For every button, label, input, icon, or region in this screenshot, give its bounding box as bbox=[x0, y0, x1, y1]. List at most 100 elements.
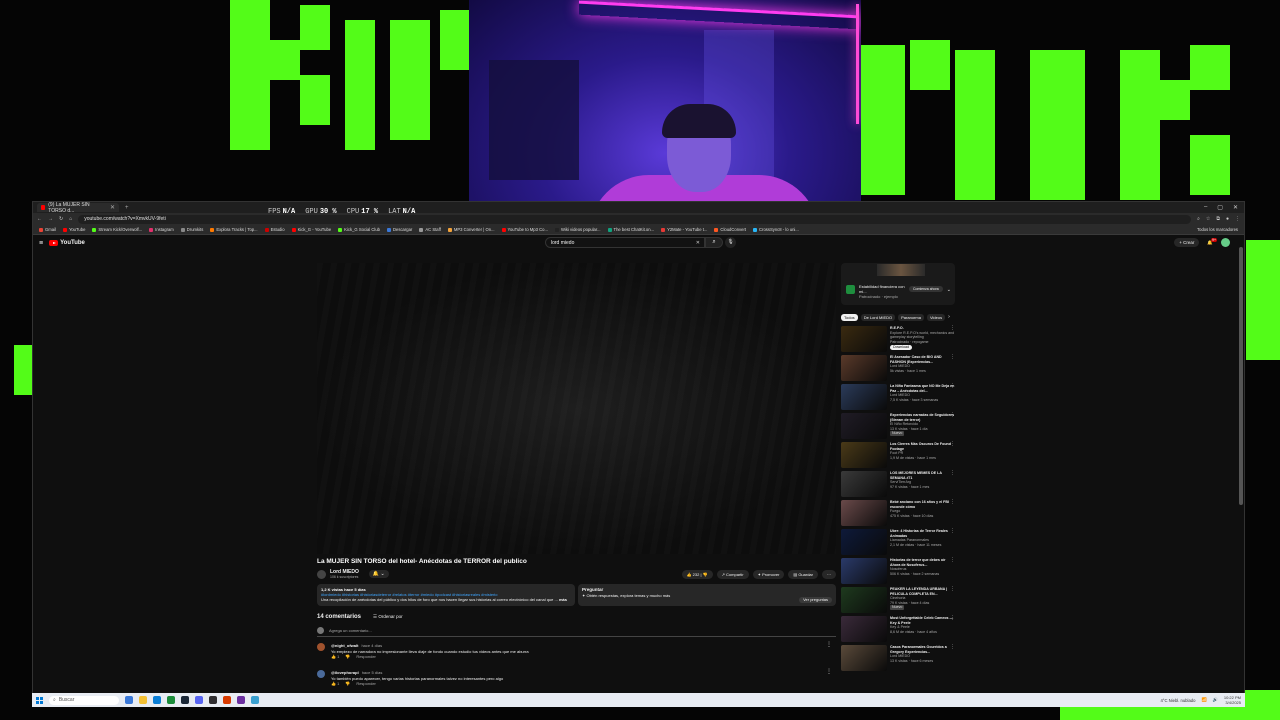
promote-button[interactable]: ✦ Promover bbox=[752, 569, 785, 579]
volume-icon[interactable]: 🔊 bbox=[1213, 697, 1218, 703]
video-thumbnail[interactable] bbox=[841, 616, 887, 642]
recommended-video[interactable]: Casos Paranormales Ocurridos a Gregory E… bbox=[841, 645, 955, 672]
recommended-video[interactable]: La Niña Fantasma que NO Me Deja en Paz –… bbox=[841, 384, 955, 411]
video-title[interactable]: Casos Paranormales Ocurridos a Gregory E… bbox=[890, 645, 955, 654]
zoom-icon[interactable]: ⌕ bbox=[1197, 216, 1200, 222]
app-icon[interactable] bbox=[251, 696, 259, 704]
star-icon[interactable]: ☆ bbox=[1206, 216, 1210, 222]
video-title[interactable]: Uber: 4 Historias de Terror Reales Anima… bbox=[890, 529, 955, 538]
discord-icon[interactable] bbox=[195, 696, 203, 704]
video-menu-icon[interactable]: ⋮ bbox=[950, 587, 955, 592]
recommended-video[interactable]: LOS MEJORES MEMES DE LA SEMANA #71 ServiT… bbox=[841, 471, 955, 498]
video-thumbnail[interactable] bbox=[841, 529, 887, 555]
recommended-video[interactable]: Bebé anciano con 16 años y el FBI escond… bbox=[841, 500, 955, 527]
bookmark-item[interactable]: YouTube to Mp3 Co... bbox=[501, 227, 548, 232]
video-thumbnail[interactable] bbox=[841, 471, 887, 497]
video-thumbnail[interactable] bbox=[841, 558, 887, 584]
home-icon[interactable]: ⌂ bbox=[69, 216, 72, 222]
obs-icon[interactable] bbox=[209, 696, 217, 704]
filter-chip[interactable]: Videos bbox=[926, 314, 946, 321]
video-menu-icon[interactable]: ⋮ bbox=[950, 471, 955, 476]
sidebar-ad[interactable]: Estabilidad financiera con mi... Patroci… bbox=[841, 263, 955, 305]
video-title[interactable]: PEAKER LA LEYENDA URBANA | PELICULA COMP… bbox=[890, 587, 955, 596]
video-menu-icon[interactable]: ⋮ bbox=[950, 384, 955, 389]
bookmark-item[interactable]: YouTube bbox=[62, 227, 85, 232]
show-more-link[interactable]: más bbox=[559, 597, 567, 602]
video-thumbnail[interactable] bbox=[841, 384, 887, 410]
extensions-icon[interactable]: ⧉ bbox=[1216, 216, 1220, 222]
video-thumbnail[interactable] bbox=[841, 326, 887, 352]
video-thumbnail[interactable] bbox=[841, 442, 887, 468]
bookmark-item[interactable]: The best ChatKit.on... bbox=[607, 227, 654, 232]
video-menu-icon[interactable]: ⋮ bbox=[950, 645, 955, 650]
filter-chip[interactable]: Todos bbox=[841, 314, 858, 321]
bookmark-item[interactable]: CloudConvert bbox=[714, 227, 746, 232]
save-button[interactable]: ▤ Guardar bbox=[788, 569, 818, 579]
close-icon[interactable]: ✕ bbox=[110, 204, 115, 211]
new-tab-icon[interactable]: + bbox=[125, 205, 129, 211]
reload-icon[interactable]: ↻ bbox=[59, 216, 63, 222]
recommended-video[interactable]: PEAKER LA LEYENDA URBANA | PELICULA COMP… bbox=[841, 587, 955, 614]
notifications-icon[interactable]: 🔔 9+ bbox=[1207, 237, 1217, 246]
recommended-video[interactable]: R.E.P.O. Explore R.E.P.O's world, mechani… bbox=[841, 326, 955, 353]
clock[interactable]: 10:22 PM 3/4/2025 bbox=[1224, 695, 1241, 705]
video-menu-icon[interactable]: ⋮ bbox=[950, 442, 955, 447]
microphone-icon[interactable]: 🎙 bbox=[725, 237, 736, 248]
commenter-avatar[interactable] bbox=[317, 643, 325, 651]
video-description[interactable]: 1,2 K vistas hace 5 días #lordmiedo #his… bbox=[317, 584, 575, 606]
comment-author[interactable]: @ilovephorapl bbox=[331, 670, 359, 675]
bookmark-item[interactable]: Wiki videos popular... bbox=[554, 227, 601, 232]
filter-chip[interactable]: Paranorma bbox=[898, 314, 924, 321]
bookmark-item[interactable]: Estudio bbox=[264, 227, 285, 232]
close-window-icon[interactable]: ✕ bbox=[1233, 204, 1238, 211]
comment-like-button[interactable]: 👍 1 bbox=[331, 654, 339, 660]
bookmark-item[interactable]: Instagram bbox=[149, 227, 174, 232]
search-input[interactable]: lord miedo ✕ bbox=[545, 237, 705, 248]
video-menu-icon[interactable]: ⋮ bbox=[950, 529, 955, 534]
weather-widget[interactable]: 4°C Niebl. nublado bbox=[1160, 698, 1195, 703]
create-button[interactable]: + Crear bbox=[1174, 238, 1200, 247]
video-title[interactable]: Bebé anciano con 16 años y el FBI escond… bbox=[890, 500, 955, 509]
video-menu-icon[interactable]: ⋮ bbox=[950, 558, 955, 563]
recommended-video[interactable]: Uber: 4 Historias de Terror Reales Anima… bbox=[841, 529, 955, 556]
recommended-video[interactable]: Historias de terror que debes oír Ahora … bbox=[841, 558, 955, 585]
steam-icon[interactable] bbox=[181, 696, 189, 704]
back-icon[interactable]: ← bbox=[37, 216, 42, 222]
video-menu-icon[interactable]: ⋮ bbox=[950, 616, 955, 621]
bookmark-item[interactable]: Descargar bbox=[387, 227, 412, 232]
video-player[interactable] bbox=[317, 263, 836, 554]
task-view-icon[interactable] bbox=[125, 696, 133, 704]
ad-cta-button[interactable]: Comienza ahora bbox=[909, 286, 943, 292]
wifi-icon[interactable]: 📶 bbox=[1201, 697, 1206, 703]
filter-chip[interactable]: De Lord MIEDO bbox=[860, 314, 896, 321]
comment-author[interactable]: @night_ofwalt bbox=[331, 643, 358, 648]
add-comment-field[interactable]: Agrega un comentario... bbox=[317, 627, 836, 637]
hamburger-menu-icon[interactable]: ≡ bbox=[39, 240, 43, 247]
bookmark-item[interactable]: Stream Kick/Overwolf... bbox=[92, 227, 142, 232]
comment-like-button[interactable]: 👍 1 bbox=[331, 681, 339, 687]
profile-icon[interactable]: ● bbox=[1226, 216, 1229, 222]
search-button[interactable]: ⌕ bbox=[705, 237, 723, 248]
bookmark-item[interactable]: Explora Tracks | Top... bbox=[210, 227, 258, 232]
video-menu-icon[interactable]: ⋮ bbox=[950, 413, 955, 418]
taskbar-search[interactable]: ⌕ Buscar bbox=[49, 695, 119, 705]
video-title[interactable]: Historias de terror que debes oír Ahora … bbox=[890, 558, 955, 567]
video-title[interactable]: La Niña Fantasma que NO Me Deja en Paz –… bbox=[890, 384, 955, 393]
video-menu-icon[interactable]: ⋮ bbox=[950, 355, 955, 360]
bookmark-item[interactable]: Gmail bbox=[39, 227, 56, 232]
recommended-video[interactable]: Most Unforgettable Celeb Cameos — Key & … bbox=[841, 616, 955, 643]
minimize-icon[interactable]: – bbox=[1204, 204, 1207, 211]
avatar[interactable] bbox=[1221, 238, 1230, 247]
reply-button[interactable]: Responder bbox=[356, 654, 376, 660]
video-thumbnail[interactable] bbox=[841, 500, 887, 526]
chrome-icon[interactable] bbox=[167, 696, 175, 704]
bookmark-item[interactable]: Y2Mate - YouTube t... bbox=[661, 227, 707, 232]
maximize-icon[interactable]: ▢ bbox=[1217, 204, 1223, 211]
ask-button[interactable]: Ver preguntas bbox=[799, 597, 832, 603]
url-field[interactable]: youtube.com/watch?v=XmvkUV-9feti bbox=[78, 214, 1192, 224]
video-title[interactable]: Most Unforgettable Celeb Cameos — Key & … bbox=[890, 616, 955, 625]
windows-start-icon[interactable] bbox=[36, 696, 43, 704]
comment-menu-icon[interactable]: ⋮ bbox=[826, 642, 832, 649]
like-button[interactable]: 👍 232 | 👎 bbox=[681, 569, 713, 579]
forward-icon[interactable]: → bbox=[48, 216, 53, 222]
